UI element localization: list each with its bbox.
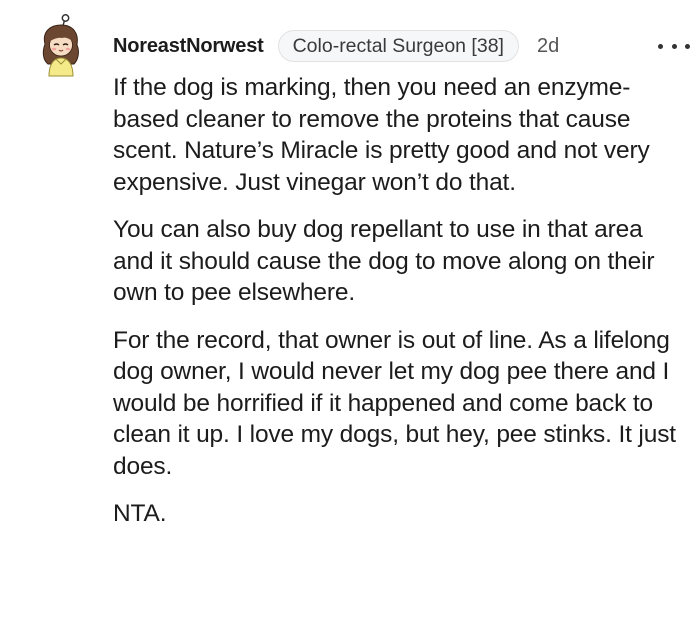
username[interactable]: NoreastNorwest (113, 35, 264, 58)
avatar[interactable] (36, 14, 84, 78)
comment-paragraph: You can also buy dog repellant to use in… (113, 216, 655, 306)
comment: NoreastNorwest Colo-rectal Surgeon [38] … (0, 0, 700, 617)
timestamp[interactable]: 2d (537, 35, 559, 58)
avatar-icon (42, 14, 79, 77)
comment-body: If the dog is marking, then you need an … (113, 72, 688, 546)
user-flair: Colo-rectal Surgeon [38] (277, 30, 519, 62)
more-options-button[interactable] (658, 34, 690, 58)
more-horizontal-icon (658, 43, 690, 49)
comment-paragraph: If the dog is marking, then you need an … (113, 74, 650, 196)
comment-meta: NoreastNorwest Colo-rectal Surgeon [38] … (113, 28, 559, 64)
comment-paragraph: For the record, that owner is out of lin… (113, 326, 676, 480)
comment-paragraph: NTA. (113, 500, 167, 527)
